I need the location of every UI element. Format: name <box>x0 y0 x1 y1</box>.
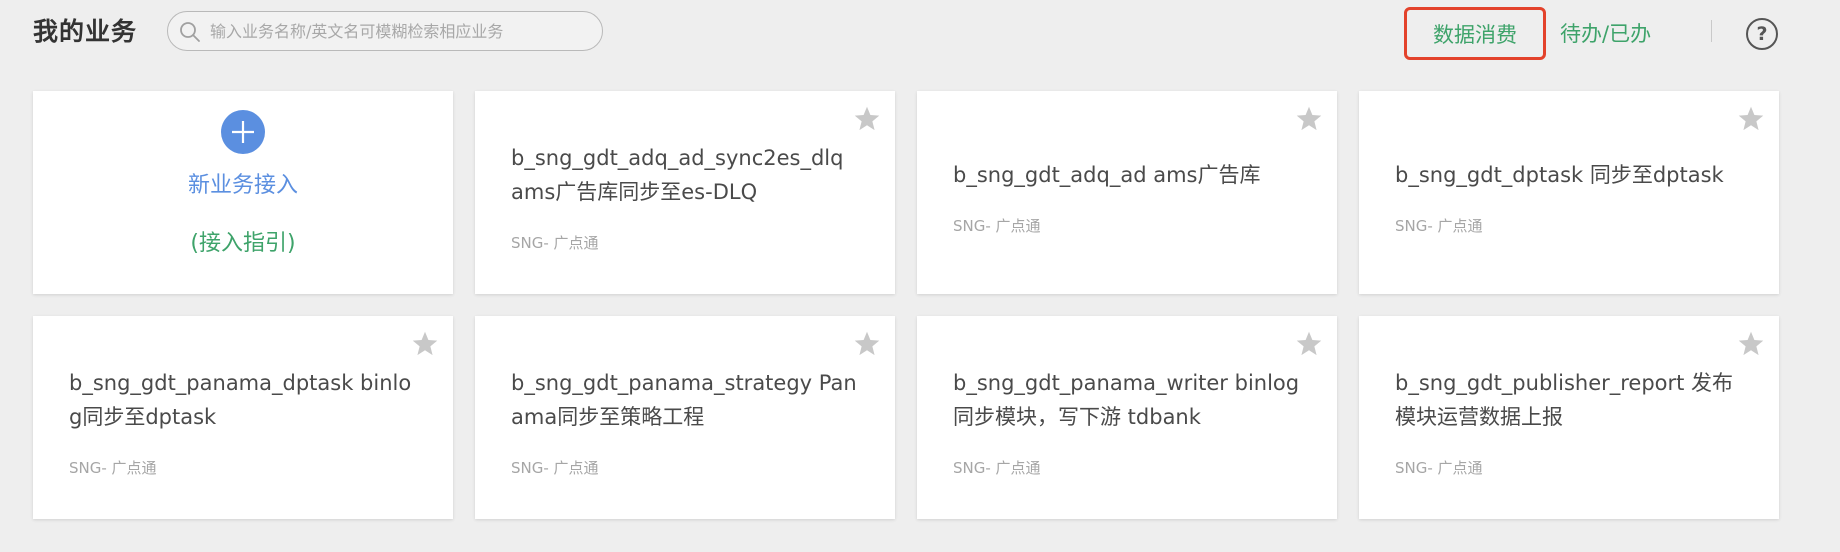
business-org: SNG- 广点通 <box>511 459 599 477</box>
business-name: b_sng_gdt_adq_ad_sync2es_dlq ams广告库同步至es… <box>511 146 844 204</box>
business-name: b_sng_gdt_panama_writer binlog同步模块，写下游 t… <box>953 371 1300 429</box>
search-input[interactable] <box>210 16 590 46</box>
star-icon[interactable] <box>1737 330 1765 358</box>
new-business-card[interactable]: 新业务接入 (接入指引) <box>33 91 453 294</box>
plus-icon[interactable] <box>221 110 265 154</box>
business-card[interactable]: b_sng_gdt_adq_ad ams广告库 SNG- 广点通 <box>917 91 1337 294</box>
business-org: SNG- 广点通 <box>953 217 1041 235</box>
business-org: SNG- 广点通 <box>953 459 1041 477</box>
business-card[interactable]: b_sng_gdt_panama_strategy Panama同步至策略工程 … <box>475 316 895 519</box>
search-box[interactable] <box>167 11 603 51</box>
header: 我的业务 数据消费 待办/已办 ? <box>0 0 1840 72</box>
help-icon[interactable]: ? <box>1746 18 1778 50</box>
business-name: b_sng_gdt_adq_ad ams广告库 <box>953 163 1261 187</box>
business-org: SNG- 广点通 <box>1395 459 1483 477</box>
todo-done-link[interactable]: 待办/已办 <box>1560 14 1651 54</box>
star-icon[interactable] <box>411 330 439 358</box>
new-business-link[interactable]: 新业务接入 <box>33 167 453 199</box>
business-card[interactable]: b_sng_gdt_adq_ad_sync2es_dlq ams广告库同步至es… <box>475 91 895 294</box>
header-divider <box>1711 20 1712 42</box>
data-consume-button[interactable]: 数据消费 <box>1404 7 1546 60</box>
business-card[interactable]: b_sng_gdt_panama_writer binlog同步模块，写下游 t… <box>917 316 1337 519</box>
business-name: b_sng_gdt_publisher_report 发布模块运营数据上报 <box>1395 371 1734 429</box>
business-org: SNG- 广点通 <box>69 459 157 477</box>
access-guide-link[interactable]: (接入指引) <box>33 225 453 257</box>
business-org: SNG- 广点通 <box>511 234 599 252</box>
business-org: SNG- 广点通 <box>1395 217 1483 235</box>
page-title: 我的业务 <box>33 17 138 46</box>
star-icon[interactable] <box>1737 105 1765 133</box>
star-icon[interactable] <box>853 105 881 133</box>
business-name: b_sng_gdt_dptask 同步至dptask <box>1395 163 1724 187</box>
business-card[interactable]: b_sng_gdt_panama_dptask binlog同步至dptask … <box>33 316 453 519</box>
business-name: b_sng_gdt_panama_dptask binlog同步至dptask <box>69 371 412 429</box>
star-icon[interactable] <box>853 330 881 358</box>
business-card[interactable]: b_sng_gdt_dptask 同步至dptask SNG- 广点通 <box>1359 91 1779 294</box>
business-card[interactable]: b_sng_gdt_publisher_report 发布模块运营数据上报 SN… <box>1359 316 1779 519</box>
business-name: b_sng_gdt_panama_strategy Panama同步至策略工程 <box>511 371 857 429</box>
star-icon[interactable] <box>1295 105 1323 133</box>
search-icon <box>180 22 200 42</box>
star-icon[interactable] <box>1295 330 1323 358</box>
